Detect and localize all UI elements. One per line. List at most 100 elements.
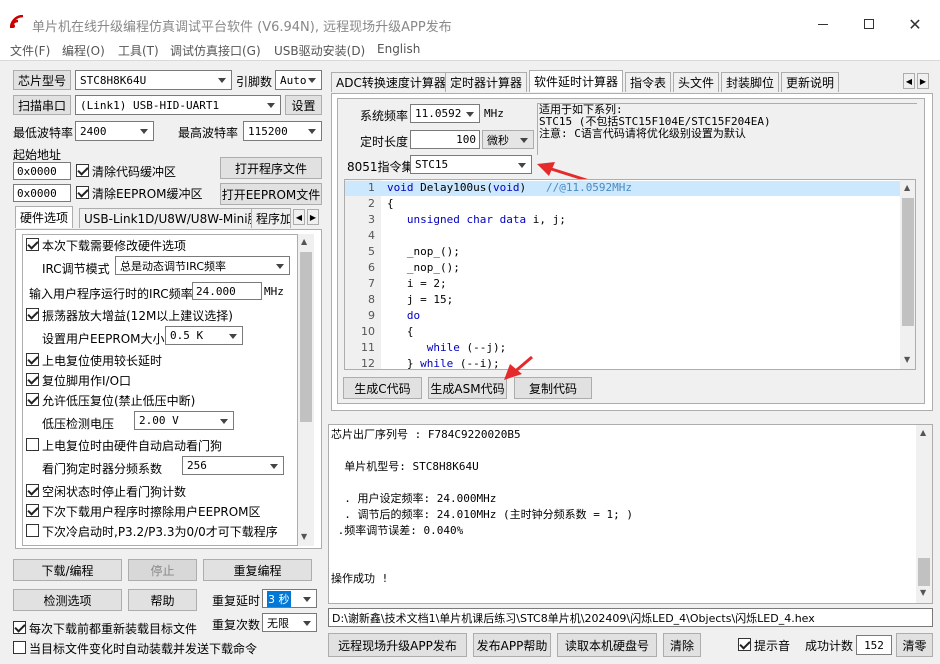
- hw-scroll-down-icon[interactable]: ▼: [301, 532, 307, 541]
- auto-send-checkbox[interactable]: [13, 641, 26, 654]
- delay-unit-select[interactable]: 微秒: [482, 130, 534, 149]
- reset-pin-checkbox[interactable]: [26, 373, 39, 386]
- irc-mode-select[interactable]: 总是动态调节IRC频率: [115, 256, 290, 275]
- wdt-hw-checkbox[interactable]: [26, 438, 39, 451]
- hardware-options-panel: ▲ ▼: [15, 229, 322, 549]
- wdt-idle-checkbox[interactable]: [26, 484, 39, 497]
- modify-options-checkbox[interactable]: [26, 238, 39, 251]
- irc-freq-input[interactable]: 24.000: [192, 282, 262, 300]
- port-settings-button[interactable]: 设置: [285, 95, 322, 115]
- p32-checkbox[interactable]: [26, 524, 39, 537]
- publish-help-button[interactable]: 发布APP帮助: [473, 633, 551, 657]
- tab-adc-calc[interactable]: ADC转换速度计算器: [331, 72, 451, 92]
- code-line-number: 4: [368, 229, 375, 242]
- code-address-input[interactable]: 0x0000: [13, 162, 71, 180]
- repeat-count-select[interactable]: 无限: [262, 613, 317, 632]
- max-baud-select[interactable]: 115200: [243, 121, 322, 141]
- scan-port-button[interactable]: 扫描串口: [13, 95, 71, 115]
- download-button[interactable]: 下载/编程: [13, 559, 122, 581]
- min-baud-label: 最低波特率: [13, 126, 74, 140]
- tab-release-notes[interactable]: 更新说明: [781, 72, 840, 92]
- low-voltage-reset-label: 允许低压复位(禁止低压中断): [42, 394, 196, 408]
- port-select[interactable]: (Link1) USB-HID-UART1: [75, 95, 281, 115]
- detect-options-button[interactable]: 检测选项: [13, 589, 122, 611]
- chip-model-button[interactable]: 芯片型号: [13, 70, 71, 90]
- clear-eeprom-label: 清除EEPROM缓冲区: [92, 187, 203, 201]
- reload-checkbox[interactable]: [13, 621, 26, 634]
- open-program-button[interactable]: 打开程序文件: [220, 157, 322, 179]
- irc-freq-unit: MHz: [264, 285, 284, 298]
- log-scrollbar[interactable]: ▲ ▼: [916, 425, 932, 603]
- log-scroll-thumb[interactable]: [918, 558, 930, 586]
- repeat-program-button[interactable]: 重复编程: [203, 559, 312, 581]
- code-editor[interactable]: 1 void Delay100us(void) //@11.0592MHz 2{3 …: [344, 179, 916, 370]
- tab-usb-link[interactable]: USB-Link1D/U8W/U8W-Mini脱机: [79, 208, 277, 228]
- clear-code-checkbox[interactable]: [76, 164, 89, 177]
- por-delay-checkbox[interactable]: [26, 353, 39, 366]
- right-tab-scroll-right-icon[interactable]: ▶: [917, 73, 929, 89]
- menu-file[interactable]: 文件(F): [10, 42, 50, 59]
- log-scroll-up-icon[interactable]: ▲: [920, 428, 926, 437]
- pins-select[interactable]: Auto: [275, 70, 322, 90]
- close-button[interactable]: ✕: [892, 10, 938, 38]
- open-eeprom-button[interactable]: 打开EEPROM文件: [220, 183, 322, 205]
- right-tab-scroll-left-icon[interactable]: ◀: [903, 73, 915, 89]
- hw-scroll-thumb[interactable]: [300, 252, 312, 422]
- gen-asm-code-button[interactable]: 生成ASM代码: [428, 377, 507, 399]
- success-count-label: 成功计数: [805, 639, 854, 653]
- code-line: _nop_();: [387, 261, 460, 274]
- tab-delay-calc[interactable]: 软件延时计算器: [529, 70, 624, 92]
- code-scrollbar[interactable]: ▲ ▼: [900, 180, 915, 369]
- low-voltage-reset-checkbox[interactable]: [26, 393, 39, 406]
- tab-instruction-table[interactable]: 指令表: [625, 72, 672, 92]
- menu-english[interactable]: English: [377, 42, 420, 56]
- hw-scroll-up-icon[interactable]: ▲: [301, 237, 307, 246]
- tab-scroll-left-icon[interactable]: ◀: [293, 209, 305, 225]
- clear-log-button[interactable]: 清除: [663, 633, 701, 657]
- window-title: 单片机在线升级编程仿真调试平台软件 (V6.94N), 远程现场升级APP发布: [32, 20, 452, 35]
- remote-upgrade-button[interactable]: 远程现场升级APP发布: [328, 633, 467, 657]
- eeprom-address-input[interactable]: 0x0000: [13, 184, 71, 202]
- tab-timer-calc[interactable]: 定时器计算器: [445, 72, 528, 92]
- chip-model-select[interactable]: STC8H8K64U: [75, 70, 232, 90]
- min-baud-select[interactable]: 2400: [75, 121, 154, 141]
- wdt-div-select[interactable]: 256: [182, 456, 284, 475]
- minimize-button[interactable]: [800, 10, 846, 38]
- code-scroll-up-icon[interactable]: ▲: [904, 183, 910, 192]
- tab-scroll-right-icon[interactable]: ▶: [307, 209, 319, 225]
- hw-scrollbar[interactable]: ▲ ▼: [298, 234, 314, 546]
- code-scroll-thumb[interactable]: [902, 198, 914, 326]
- delay-length-input[interactable]: 100: [410, 130, 480, 149]
- gen-c-code-button[interactable]: 生成C代码: [343, 377, 422, 399]
- read-hd-button[interactable]: 读取本机硬盘号: [557, 633, 657, 657]
- tab-hardware-options[interactable]: 硬件选项: [15, 206, 74, 228]
- clear-eeprom-checkbox[interactable]: [76, 186, 89, 199]
- osc-gain-checkbox[interactable]: [26, 308, 39, 321]
- maximize-button[interactable]: [846, 10, 892, 38]
- sys-freq-select[interactable]: 11.0592: [410, 104, 480, 123]
- lv-detect-label: 低压检测电压: [42, 417, 115, 431]
- beep-checkbox[interactable]: [738, 638, 751, 651]
- tab-package-pins[interactable]: 封装脚位: [721, 72, 780, 92]
- stop-button[interactable]: 停止: [128, 559, 197, 581]
- hex-path-field[interactable]: D:\谢新鑫\技术文档1\单片机课后练习\STC8单片机\202409\闪烁LE…: [328, 608, 933, 627]
- menu-usb[interactable]: USB驱动安装(D): [274, 42, 365, 59]
- tab-program-encrypt[interactable]: 程序加: [251, 208, 291, 228]
- code-scroll-down-icon[interactable]: ▼: [904, 355, 910, 364]
- menu-program[interactable]: 编程(O): [62, 42, 105, 59]
- code-line-number: 8: [368, 293, 375, 306]
- log-scroll-down-icon[interactable]: ▼: [920, 588, 926, 597]
- code-line: _nop_();: [387, 245, 460, 258]
- eeprom-size-select[interactable]: 0.5 K: [165, 326, 243, 345]
- irc-mode-label: IRC调节模式: [42, 262, 110, 276]
- code-line: {: [387, 325, 414, 338]
- repeat-delay-select[interactable]: 3 秒: [262, 589, 317, 608]
- menu-debug[interactable]: 调试仿真接口(G): [170, 42, 261, 59]
- help-button[interactable]: 帮助: [128, 589, 197, 611]
- menu-tools[interactable]: 工具(T): [118, 42, 159, 59]
- reset-count-button[interactable]: 清零: [896, 633, 933, 657]
- lv-detect-select[interactable]: 2.00 V: [134, 411, 234, 430]
- isa-select[interactable]: STC15: [410, 155, 532, 174]
- erase-eeprom-checkbox[interactable]: [26, 504, 39, 517]
- tab-header-file[interactable]: 头文件: [673, 72, 720, 92]
